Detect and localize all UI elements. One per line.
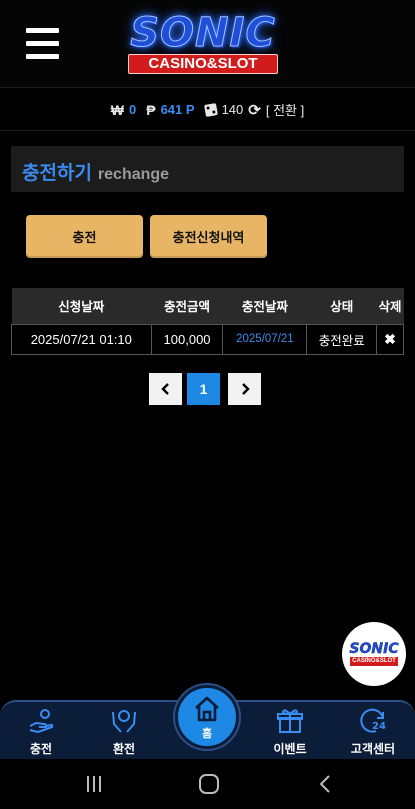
charge-history-button[interactable]: 충전신청내역 (150, 215, 267, 258)
won-icon: ₩ (110, 101, 124, 118)
dice-icon (203, 102, 218, 117)
point-value: 641 P (160, 102, 195, 117)
charge-button[interactable]: 충전 (26, 215, 143, 258)
system-home-button[interactable] (189, 773, 229, 795)
nav-home-label: 홈 (201, 726, 213, 740)
dice-balance: 140 ⟳ [ 전환 ] (203, 100, 304, 119)
point-balance: ₱ 641 P (146, 102, 194, 118)
nav-event[interactable]: 이벤트 (255, 706, 325, 758)
refresh-icon[interactable]: ⟳ (248, 101, 261, 119)
nav-charge[interactable]: 충전 (6, 706, 76, 758)
dice-value: 140 (221, 102, 244, 117)
nav-exchange-label: 환전 (112, 742, 136, 756)
cell-amount: 100,000 (150, 323, 224, 355)
recent-apps-button[interactable] (74, 773, 114, 795)
pagination-page-1[interactable]: 1 (187, 373, 220, 405)
exchange-hands-coin-icon (112, 710, 136, 733)
logo[interactable]: SONIC CASINO&SLOT (112, 10, 294, 76)
page-title: 충전하기 rechange (11, 146, 404, 192)
nav-exchange[interactable]: 환전 (89, 706, 159, 758)
cell-delete: ✖ (376, 323, 404, 355)
chevron-right-icon (241, 383, 250, 395)
header-delete: 삭제 (376, 288, 404, 324)
cell-status: 충전완료 (306, 323, 378, 355)
charge-hand-coin-icon (29, 709, 54, 733)
balance-bar: ₩ 0 ₱ 641 P 140 ⟳ [ 전환 ] (0, 89, 415, 131)
chevron-left-icon (160, 383, 169, 395)
nav-support-label: 고객센터 (350, 742, 396, 756)
charge-history-table: 신청날짜 충전금액 충전날짜 상태 삭제 2025/07/21 01:10 10… (11, 288, 404, 355)
system-home-icon (199, 774, 219, 794)
home-icon (195, 696, 219, 721)
pagination-next-button[interactable] (228, 373, 261, 405)
nav-support[interactable]: 24 고객센터 (338, 706, 408, 758)
svg-text:24: 24 (372, 721, 386, 732)
system-back-button[interactable] (306, 773, 346, 795)
nav-event-label: 이벤트 (273, 742, 307, 756)
pagination-prev-button[interactable] (149, 373, 182, 405)
floating-logo-sub: CASINO&SLOT (350, 657, 398, 666)
won-balance: ₩ 0 (111, 102, 136, 118)
convert-button[interactable]: [ 전환 ] (266, 100, 304, 119)
page-title-en: rechange (97, 166, 170, 183)
cell-request-date: 2025/07/21 01:10 (11, 323, 152, 355)
header: SONIC CASINO&SLOT (0, 0, 415, 88)
page-title-ko: 충전하기 (22, 162, 92, 184)
floating-logo-main: SONIC (349, 641, 399, 657)
system-nav-bar (0, 759, 415, 809)
cell-charge-date: 2025/07/21 (222, 323, 308, 355)
table-header-row: 신청날짜 충전금액 충전날짜 상태 삭제 (11, 288, 404, 324)
header-status: 상태 (306, 288, 377, 324)
back-chevron-icon (319, 775, 330, 793)
logo-main-text: SONIC (130, 10, 276, 57)
header-request-date: 신청날짜 (11, 288, 152, 324)
won-value: 0 (129, 102, 137, 117)
menu-icon[interactable] (26, 28, 59, 60)
header-amount: 충전금액 (151, 288, 223, 324)
delete-icon[interactable]: ✖ (384, 331, 396, 347)
nav-home-button[interactable]: 홈 (175, 685, 239, 749)
recent-apps-icon (87, 776, 101, 792)
logo-sub-text: CASINO&SLOT (128, 54, 278, 74)
support-24h-icon: 24 (360, 708, 386, 733)
nav-charge-label: 충전 (29, 742, 53, 756)
gift-icon (277, 709, 303, 733)
table-row: 2025/07/21 01:10 100,000 2025/07/21 충전완료… (11, 323, 404, 355)
header-charge-date: 충전날짜 (222, 288, 307, 324)
point-icon: ₱ (146, 101, 156, 118)
floating-logo-button[interactable]: SONIC CASINO&SLOT (342, 622, 406, 686)
